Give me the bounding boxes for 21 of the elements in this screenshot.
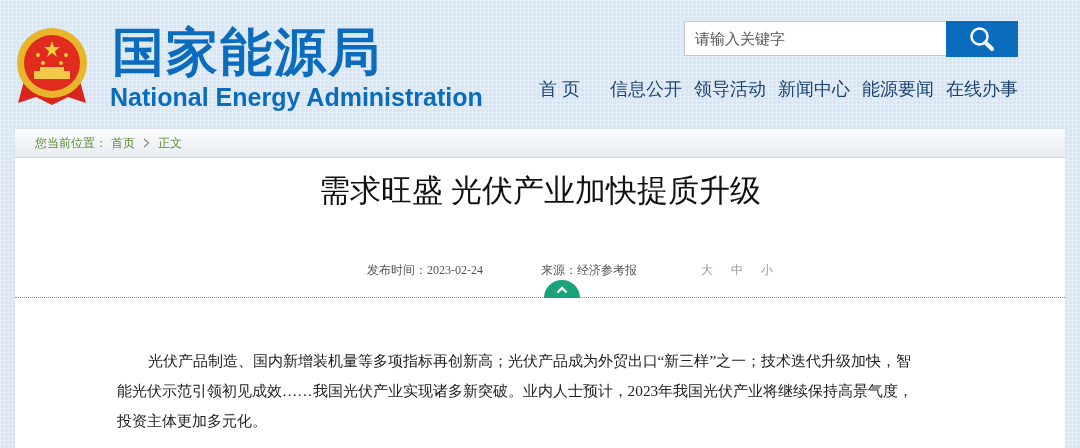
site-title: 国家能源局 — [111, 22, 383, 82]
nav-link[interactable]: 在线办事 — [946, 77, 1018, 101]
search-field[interactable]: 请输入关键字 — [684, 21, 946, 56]
collapse-button[interactable] — [544, 280, 580, 298]
nav-link[interactable]: 领导活动 — [694, 77, 766, 101]
breadcrumb-label: 您当前位置： — [35, 134, 107, 152]
breadcrumb-link[interactable]: 正文 — [158, 134, 182, 152]
breadcrumb-link[interactable]: 首页 — [111, 134, 135, 152]
article-paragraph: 光伏产品制造、国内新增装机量等多项指标再创新高；光伏产品成为外贸出口“新三样”之一；技术迭代升级加快，智能光伏示范引领初见成效……我国光伏产业实现诸多新突破。业内人士预计，2023年我国光伏产业将继续保持高景气度，投资主体更加多元化。 — [117, 351, 915, 431]
nav-link[interactable]: 能源要闻 — [862, 77, 934, 101]
nav-link[interactable]: 首 页 — [539, 77, 580, 101]
nav-link[interactable]: 新闻中心 — [778, 77, 850, 101]
chevron-right-icon — [143, 138, 150, 148]
site-subtitle: National Energy Administration — [110, 82, 483, 112]
search-button[interactable] — [946, 21, 1018, 57]
article-meta: 发布时间：2023-02-24 — [367, 262, 483, 279]
article-meta: 来源：经济参考报 — [541, 262, 637, 279]
article-title: 需求旺盛 光伏产业加快提质升级 — [317, 172, 763, 210]
nav-link[interactable]: 信息公开 — [610, 77, 682, 101]
chevron-up-icon — [556, 286, 568, 294]
search-icon — [969, 26, 995, 52]
